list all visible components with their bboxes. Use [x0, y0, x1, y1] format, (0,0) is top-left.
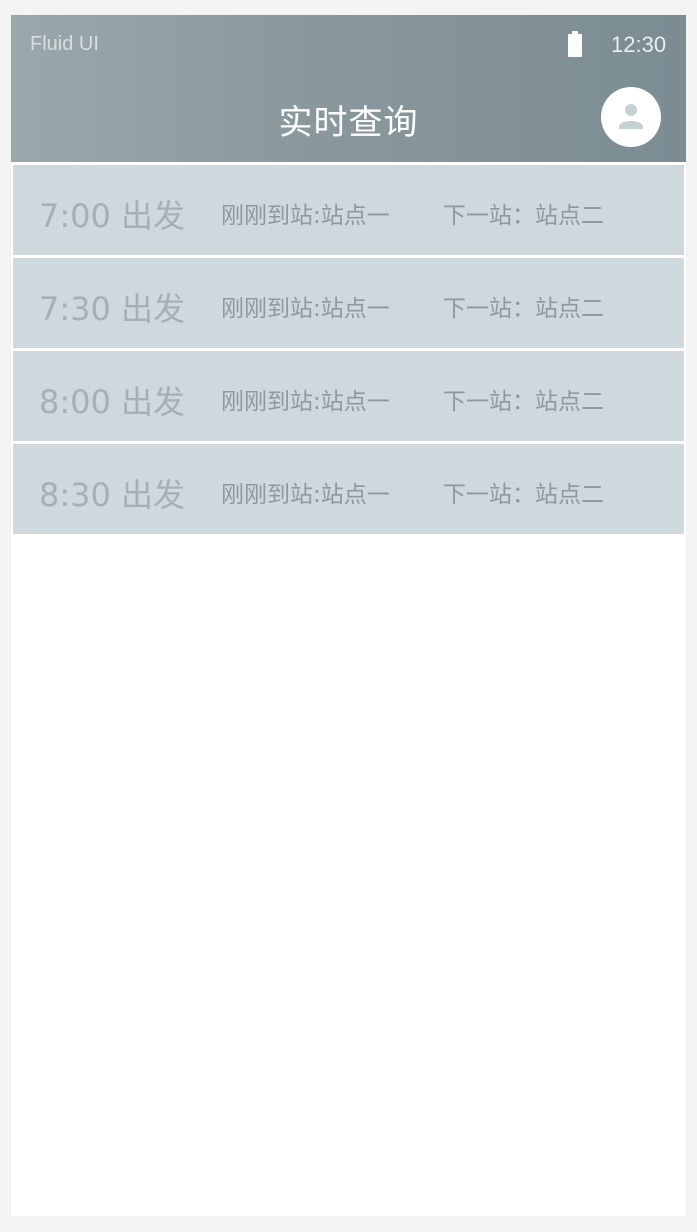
status-time: 12:30: [611, 32, 667, 57]
next-station: 下一站：站点二: [443, 203, 604, 229]
user-avatar-button[interactable]: [601, 87, 661, 147]
arrived-station: 刚刚到站:站点一: [221, 296, 390, 322]
schedule-row[interactable]: 8:30 出发 刚刚到站:站点一 下一站：站点二: [13, 444, 684, 534]
user-avatar-icon: [619, 104, 643, 129]
departure-time: 8:00 出发: [39, 383, 186, 421]
departure-time: 7:30 出发: [39, 290, 186, 328]
arrived-station: 刚刚到站:站点一: [221, 389, 390, 415]
arrived-station: 刚刚到站:站点一: [221, 482, 390, 508]
status-carrier: Fluid UI: [30, 33, 99, 55]
schedule-row[interactable]: 8:00 出发 刚刚到站:站点一 下一站：站点二: [13, 351, 684, 441]
phone-screen: Fluid UI 12:30 实时查询 7:00 出发 刚刚到站:站点一 下一站…: [11, 15, 686, 1216]
schedule-list: 7:00 出发 刚刚到站:站点一 下一站：站点二 7:30 出发 刚刚到站:站点…: [11, 162, 686, 534]
departure-time: 8:30 出发: [39, 476, 186, 514]
page-title: 实时查询: [278, 103, 419, 143]
schedule-row[interactable]: 7:30 出发 刚刚到站:站点一 下一站：站点二: [13, 258, 684, 348]
next-station: 下一站：站点二: [443, 296, 604, 322]
next-station: 下一站：站点二: [443, 389, 604, 415]
battery-icon: [568, 31, 582, 57]
schedule-row[interactable]: 7:00 出发 刚刚到站:站点一 下一站：站点二: [13, 165, 684, 255]
arrived-station: 刚刚到站:站点一: [221, 203, 390, 229]
departure-time: 7:00 出发: [39, 197, 186, 235]
app-header: Fluid UI 12:30 实时查询: [11, 15, 686, 162]
next-station: 下一站：站点二: [443, 482, 604, 508]
